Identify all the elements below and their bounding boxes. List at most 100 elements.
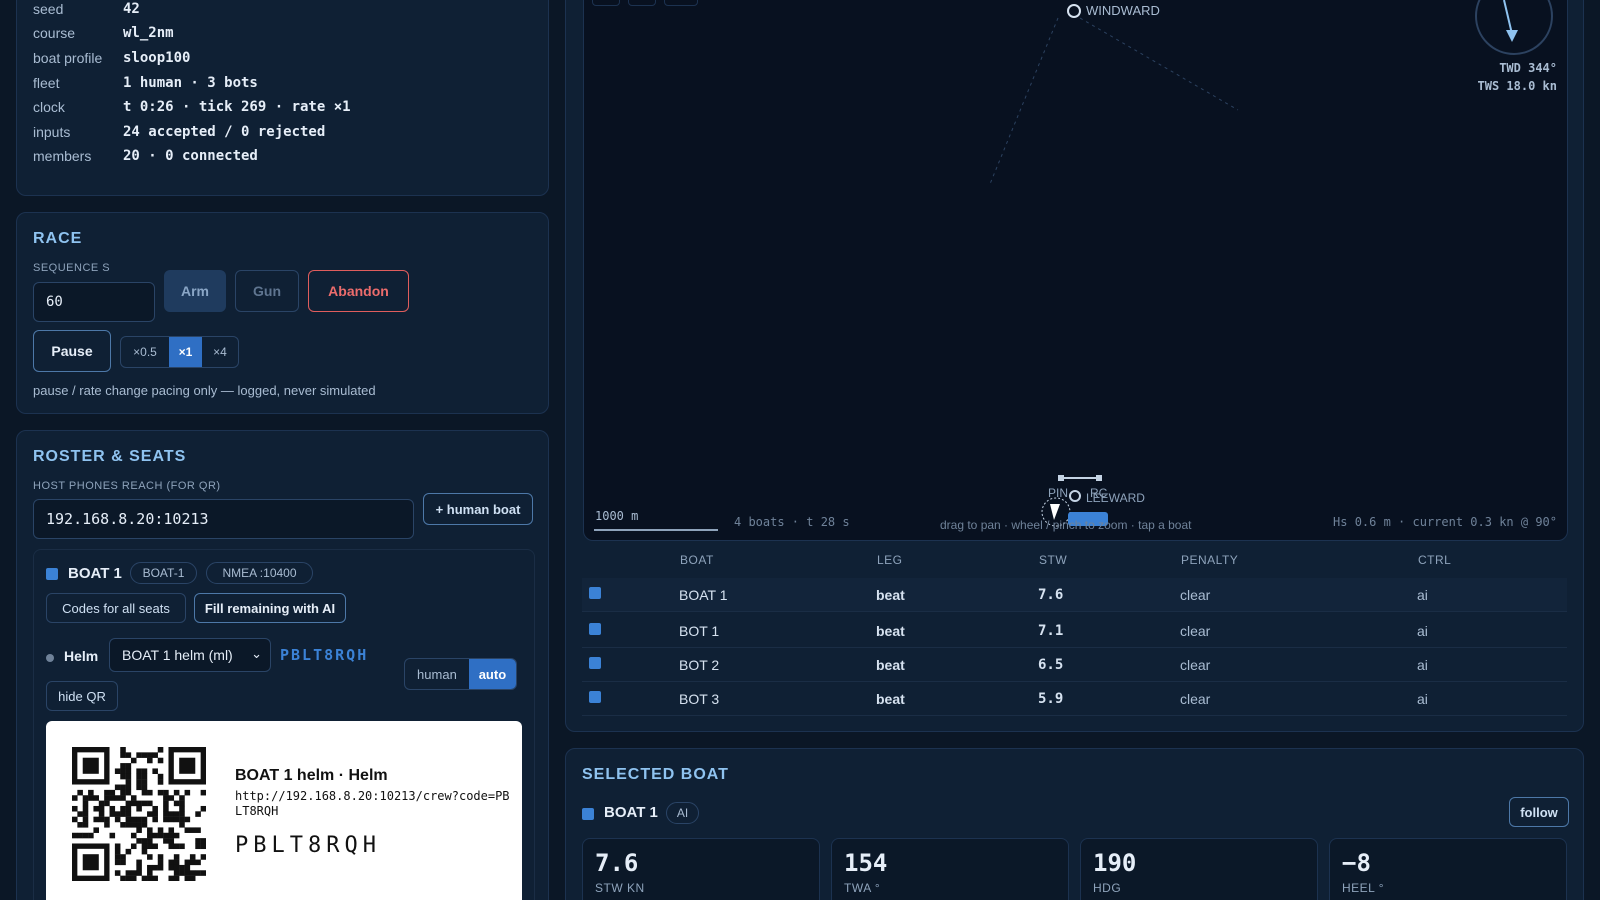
qr-url: http://192.168.8.20:10213/crew?code=PBLT… <box>235 789 510 818</box>
metric-value: 7.6 <box>595 849 639 877</box>
follow-button[interactable]: follow <box>1509 797 1569 827</box>
col-penalty: PENALTY <box>1181 553 1239 567</box>
pin-label: PIN <box>1048 486 1069 500</box>
row-color-swatch <box>589 657 601 669</box>
metric-value: 154 <box>844 849 888 877</box>
info-value: sloop100 <box>123 50 191 66</box>
row-boat: BOAT 1 <box>679 587 728 603</box>
row-leg: beat <box>876 691 905 707</box>
info-value: 42 <box>123 1 140 17</box>
rate-option-4x[interactable]: ×4 <box>202 337 238 367</box>
qr-code-image <box>72 747 206 881</box>
row-stw: 5.9 <box>1038 691 1064 707</box>
map-viewport[interactable]: WINDWARD PIN RC LEEWARD TWD 344° TWS 18.… <box>583 0 1568 541</box>
wind-arrow-head <box>1506 30 1518 42</box>
mode-toggle: human auto <box>404 658 517 690</box>
compass-ring <box>1475 0 1553 55</box>
row-boat: BOT 3 <box>679 691 720 707</box>
scale-label: 1000 m <box>595 509 639 523</box>
nmea-chip: NMEA :10400 <box>206 562 313 584</box>
info-value: t 0:26 · tick 269 · rate ×1 <box>123 99 351 115</box>
table-row[interactable]: BOT 3 beat 5.9 clear ai <box>582 682 1567 716</box>
sequence-label: SEQUENCE S <box>33 262 111 274</box>
tws-readout: TWS 18.0 kn <box>1477 79 1557 93</box>
row-leg: beat <box>876 657 905 673</box>
table-row[interactable]: BOT 1 beat 7.1 clear ai <box>582 614 1567 648</box>
col-boat: BOAT <box>680 553 714 567</box>
row-leg: beat <box>876 587 905 603</box>
info-row-fleet: fleet 1 human · 3 bots <box>33 75 258 91</box>
abandon-button[interactable]: Abandon <box>308 270 409 312</box>
helm-select[interactable]: BOAT 1 helm (ml) ⌄ <box>109 638 271 672</box>
fleet-table-header: BOAT LEG STW PENALTY CTRL <box>583 553 1568 577</box>
info-key: seed <box>33 1 64 17</box>
row-stw: 7.6 <box>1038 587 1064 603</box>
info-row-seed: seed 42 <box>33 1 140 17</box>
leeward-label: LEEWARD <box>1086 491 1145 505</box>
row-color-swatch <box>589 691 601 703</box>
row-penalty: clear <box>1180 691 1211 707</box>
metric-value: −8 <box>1342 849 1371 877</box>
qr-title: BOAT 1 helm · Helm <box>235 767 388 784</box>
table-row[interactable]: BOAT 1 beat 7.6 clear ai <box>582 578 1567 612</box>
metric-unit: HEEL ° <box>1342 881 1385 895</box>
arm-button[interactable]: Arm <box>164 270 226 312</box>
roster-title: ROSTER & SEATS <box>33 448 187 465</box>
boat-seat-panel: BOAT 1 BOAT-1 NMEA :10400 Codes for all … <box>33 549 535 900</box>
hide-qr-button[interactable]: hide QR <box>46 681 118 711</box>
info-key: members <box>33 148 92 164</box>
boat-name: BOAT 1 <box>68 565 122 582</box>
control-badge: AI <box>666 802 699 824</box>
helm-code: PBLT8RQH <box>280 646 369 664</box>
metric-unit: STW KN <box>595 881 645 895</box>
metric-twa: 154 TWA ° <box>831 838 1069 900</box>
laylines-left <box>989 17 1059 185</box>
row-leg: beat <box>876 623 905 639</box>
row-penalty: clear <box>1180 587 1211 603</box>
mode-auto-option[interactable]: auto <box>468 659 516 689</box>
host-label: HOST PHONES REACH (FOR QR) <box>33 480 221 492</box>
info-row-inputs: inputs 24 accepted / 0 rejected <box>33 124 325 140</box>
row-penalty: clear <box>1180 657 1211 673</box>
info-value: wl_2nm <box>123 25 174 41</box>
metric-unit: HDG <box>1093 881 1122 895</box>
info-value: 1 human · 3 bots <box>123 75 258 91</box>
info-value: 20 · 0 connected <box>123 148 258 164</box>
info-value: 24 accepted / 0 rejected <box>123 124 326 140</box>
pause-button[interactable]: Pause <box>33 330 111 372</box>
info-row-clock: clock t 0:26 · tick 269 · rate ×1 <box>33 99 351 115</box>
rate-option-1x[interactable]: ×1 <box>169 337 202 367</box>
table-row[interactable]: BOT 2 beat 6.5 clear ai <box>582 648 1567 682</box>
metric-value: 190 <box>1093 849 1137 877</box>
fill-with-ai-button[interactable]: Fill remaining with AI <box>194 593 346 623</box>
selected-boat-swatch <box>582 808 594 820</box>
row-color-swatch <box>589 587 601 599</box>
mode-human-option[interactable]: human <box>405 659 469 689</box>
col-leg: LEG <box>877 553 903 567</box>
map-status: 4 boats · t 28 s <box>734 515 850 529</box>
info-key: course <box>33 25 76 41</box>
row-ctrl: ai <box>1417 691 1428 707</box>
rate-option-half[interactable]: ×0.5 <box>121 337 169 367</box>
row-boat: BOT 1 <box>679 623 720 639</box>
sequence-input[interactable]: 60 <box>33 282 155 322</box>
windward-label: WINDWARD <box>1086 3 1160 18</box>
map-hint: drag to pan · wheel / pinch to zoom · ta… <box>940 518 1192 532</box>
qr-panel: BOAT 1 helm · Helm http://192.168.8.20:1… <box>46 721 522 900</box>
add-human-boat-button[interactable]: + human boat <box>423 493 533 525</box>
info-row-members: members 20 · 0 connected <box>33 148 258 164</box>
metric-unit: TWA ° <box>844 881 881 895</box>
host-input[interactable]: 192.168.8.20:10213 <box>33 499 414 539</box>
sea-conditions: Hs 0.6 m · current 0.3 kn @ 90° <box>1333 515 1557 529</box>
info-row-profile: boat profile sloop100 <box>33 50 190 66</box>
boat-id-chip: BOAT-1 <box>130 562 197 584</box>
row-stw: 7.1 <box>1038 623 1064 639</box>
info-key: clock <box>33 99 65 115</box>
info-key: fleet <box>33 75 60 91</box>
codes-all-seats-button[interactable]: Codes for all seats <box>46 593 186 623</box>
rate-group: ×0.5 ×1 ×4 <box>120 336 239 368</box>
row-color-swatch <box>589 623 601 635</box>
roster-card: ROSTER & SEATS HOST PHONES REACH (FOR QR… <box>16 430 549 900</box>
gun-button[interactable]: Gun <box>235 270 299 312</box>
session-card: seed 42 course wl_2nm boat profile sloop100… <box>16 0 549 196</box>
